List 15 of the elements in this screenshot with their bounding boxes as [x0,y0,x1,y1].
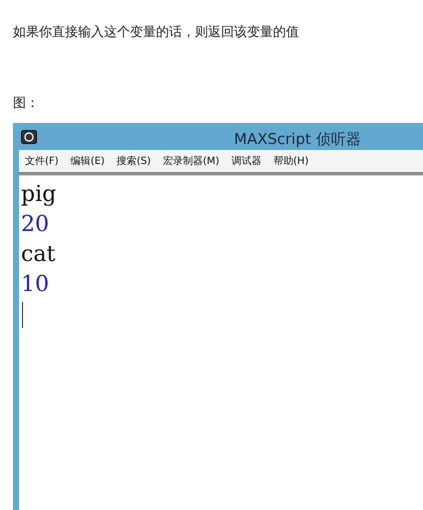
menu-item[interactable]: 文件(F) [25,154,59,168]
text-cursor [22,302,23,328]
listener-line: 20 [21,211,50,239]
listener-line: 10 [21,271,50,299]
app-logo-icon [21,130,37,144]
window-title: MAXScript 侦听器 [234,129,361,150]
intro-text: 如果你直接输入这个变量的话，则返回该变量的值 [13,24,299,42]
menu-item[interactable]: 宏录制器(M) [162,154,220,168]
menu-item[interactable]: 调试器 [231,154,262,168]
menu-item[interactable]: 搜索(S) [116,154,151,168]
figure-label: 图： [13,95,39,113]
listener-line: cat [21,241,56,269]
menu-item[interactable]: 帮助(H) [273,154,309,168]
listener-line: pig [21,181,58,209]
menu-item[interactable]: 编辑(E) [70,154,105,168]
